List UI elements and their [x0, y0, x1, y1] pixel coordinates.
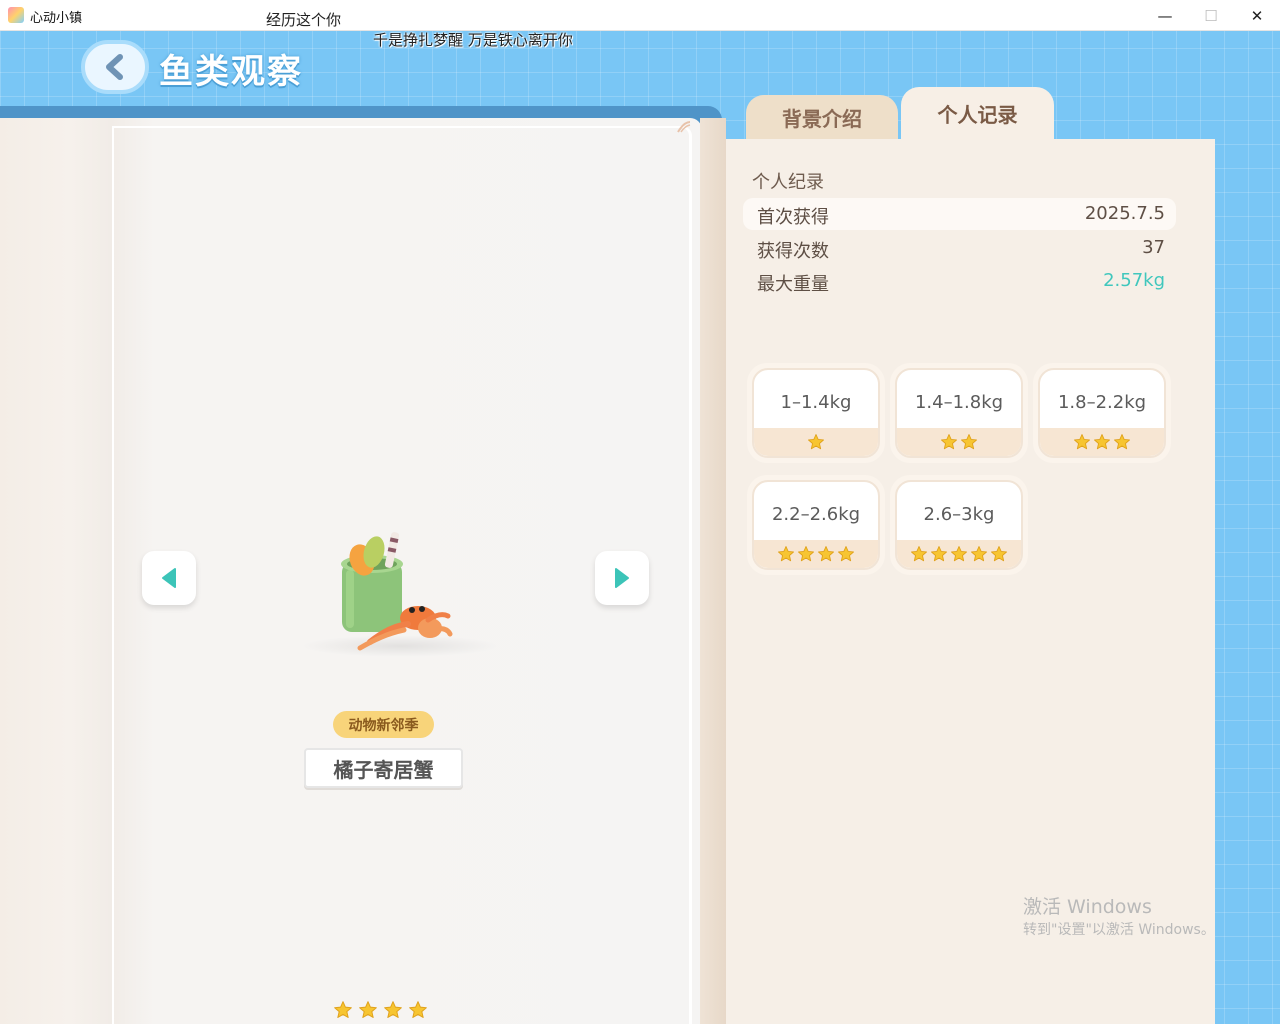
star-icon	[931, 546, 947, 562]
weight-tier-range: 1–1.4kg	[780, 392, 852, 413]
page-title: 鱼类观察	[159, 52, 303, 92]
weight-tier-stars	[897, 428, 1021, 456]
star-icon	[1074, 434, 1090, 450]
chevron-left-icon	[106, 54, 123, 80]
weight-tier-card[interactable]: 2.2–2.6kg	[747, 475, 885, 575]
record-section-title: 个人纪录	[752, 172, 824, 193]
star-icon	[971, 546, 987, 562]
weight-tier-stars	[754, 540, 878, 568]
tab-personal-record[interactable]: 个人记录	[901, 87, 1054, 140]
weight-tier-card[interactable]: 1.8–2.2kg	[1033, 363, 1171, 463]
star-icon	[1114, 434, 1130, 450]
star-icon	[911, 546, 927, 562]
star-icon	[778, 546, 794, 562]
star-icon	[409, 1001, 427, 1018]
weight-tier-range: 2.6–3kg	[923, 504, 995, 525]
record-label: 首次获得	[757, 207, 829, 228]
record-row-max-weight: 最大重量 2.57kg	[743, 265, 1176, 297]
record-label: 最大重量	[757, 274, 829, 295]
weight-tier-card[interactable]: 1–1.4kg	[747, 363, 885, 463]
creature-star-rating	[333, 1000, 428, 1024]
creature-name: 橘子寄居蟹	[304, 748, 463, 788]
weight-tier-stars	[897, 540, 1021, 568]
lyric-line-2: 千是挣扎梦醒 万是铁心离开你	[373, 31, 573, 49]
corner-ornament-icon	[676, 120, 692, 134]
app-icon	[8, 7, 24, 23]
window-title-bar: 心动小镇 — ☐ ✕	[0, 0, 1280, 31]
next-creature-button[interactable]	[595, 551, 649, 605]
book-spine	[700, 118, 726, 1024]
record-value: 2.57kg	[1103, 270, 1165, 291]
weight-tier-card[interactable]: 2.6–3kg	[890, 475, 1028, 575]
star-icon	[961, 434, 977, 450]
maximize-button[interactable]: ☐	[1188, 0, 1234, 31]
weight-tier-stars	[1040, 428, 1164, 456]
record-label: 获得次数	[757, 241, 829, 262]
weight-tier-card-inner: 1–1.4kg	[752, 368, 880, 458]
weight-tier-card-inner: 2.6–3kg	[895, 480, 1023, 570]
triangle-left-icon	[162, 568, 176, 588]
star-icon	[1094, 434, 1110, 450]
hermit-crab-illustration	[341, 532, 453, 651]
weight-tier-card[interactable]: 1.4–1.8kg	[890, 363, 1028, 463]
windows-activation-title: 激活 Windows	[1023, 896, 1152, 918]
star-icon	[941, 434, 957, 450]
minimize-button[interactable]: —	[1142, 0, 1188, 31]
star-icon	[838, 546, 854, 562]
weight-tier-range: 1.8–2.2kg	[1057, 392, 1147, 413]
tab-background-intro[interactable]: 背景介绍	[746, 95, 898, 140]
weight-tier-card-inner: 1.4–1.8kg	[895, 368, 1023, 458]
star-icon	[359, 1001, 377, 1018]
star-icon	[798, 546, 814, 562]
record-value: 2025.7.5	[1084, 203, 1165, 224]
star-icon	[334, 1001, 352, 1018]
close-button[interactable]: ✕	[1234, 0, 1280, 31]
triangle-right-icon	[615, 568, 629, 588]
windows-activation-subtitle: 转到"设置"以激活 Windows。	[1023, 922, 1215, 938]
weight-tier-range: 2.2–2.6kg	[771, 504, 861, 525]
record-row-obtain-count: 获得次数 37	[743, 232, 1176, 264]
star-icon	[991, 546, 1007, 562]
back-button[interactable]	[81, 40, 149, 94]
star-icon	[818, 546, 834, 562]
weight-tier-range: 1.4–1.8kg	[914, 392, 1004, 413]
star-icon	[808, 434, 824, 450]
star-icon	[384, 1001, 402, 1018]
record-value: 37	[1142, 237, 1165, 258]
previous-creature-button[interactable]	[142, 551, 196, 605]
season-badge: 动物新邻季	[333, 711, 434, 738]
weight-tier-stars	[754, 428, 878, 456]
lyric-line-1: 经历这个你	[266, 11, 342, 29]
weight-tier-card-inner: 2.2–2.6kg	[752, 480, 880, 570]
record-row-first-obtained: 首次获得 2025.7.5	[743, 198, 1176, 230]
window-title: 心动小镇	[30, 11, 83, 26]
star-icon	[951, 546, 967, 562]
weight-tier-card-inner: 1.8–2.2kg	[1038, 368, 1166, 458]
